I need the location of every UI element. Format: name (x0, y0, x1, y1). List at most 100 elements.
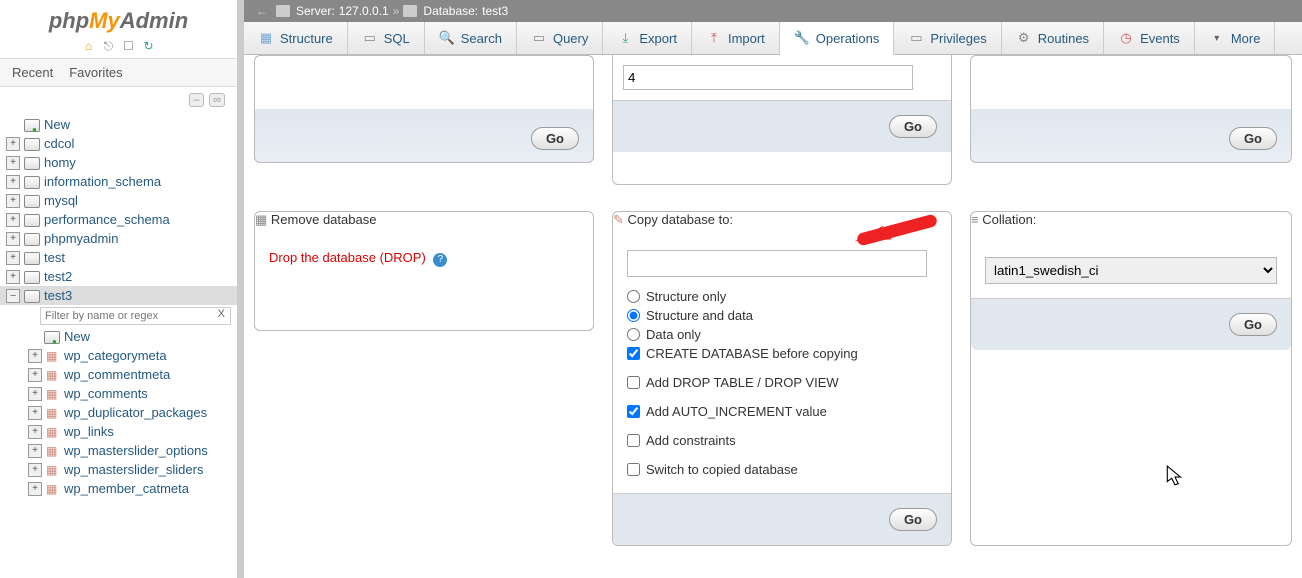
clear-filter-icon[interactable]: X (218, 308, 225, 320)
logo[interactable]: phpMyAdmin ⌂ ⎋ ☐ ↻ (0, 0, 237, 58)
panel-remove-db: ▦ Remove database Drop the database (DRO… (254, 211, 594, 331)
table-icon: ▦ (46, 387, 62, 401)
expand-icon[interactable]: + (6, 270, 20, 284)
go-button[interactable]: Go (889, 508, 937, 531)
operations-icon: 🔧 (794, 30, 810, 46)
expand-icon[interactable]: + (6, 232, 20, 246)
expand-icon[interactable]: + (6, 213, 20, 227)
db-tree: New +cdcol +homy +information_schema +my… (0, 111, 237, 578)
copy-destination-input[interactable] (627, 250, 927, 277)
expand-icon[interactable]: + (6, 175, 20, 189)
link-icon[interactable]: ∞ (209, 93, 225, 107)
collapse-icon[interactable]: – (6, 289, 20, 303)
expand-icon[interactable]: + (28, 482, 42, 496)
radio-structure-data[interactable]: Structure and data (627, 306, 937, 325)
expand-icon[interactable]: + (6, 156, 20, 170)
collapse-icon[interactable]: – (189, 93, 203, 107)
tree-db-mysql[interactable]: +mysql (0, 191, 237, 210)
favorites-tab[interactable]: Favorites (61, 63, 130, 82)
expand-icon[interactable]: + (6, 251, 20, 265)
tab-query[interactable]: ▭Query (517, 22, 603, 54)
breadcrumb-db[interactable]: test3 (482, 4, 508, 18)
remove-icon: ▦ (255, 212, 267, 227)
radio-structure-only[interactable]: Structure only (627, 287, 937, 306)
filter-input[interactable] (40, 307, 231, 325)
tab-structure[interactable]: ▦Structure (244, 22, 348, 54)
expand-icon[interactable]: + (28, 368, 42, 382)
breadcrumb-server[interactable]: 127.0.0.1 (339, 4, 389, 18)
go-button[interactable]: Go (889, 115, 937, 138)
db-icon (24, 175, 40, 189)
columns-input[interactable] (623, 65, 913, 90)
tree-table[interactable]: +▦wp_comments (0, 384, 237, 403)
tree-table[interactable]: +▦wp_masterslider_options (0, 441, 237, 460)
expand-icon[interactable]: + (28, 425, 42, 439)
table-icon: ▦ (46, 349, 62, 363)
tree-table[interactable]: +▦wp_categorymeta (0, 346, 237, 365)
expand-icon[interactable]: + (28, 387, 42, 401)
tree-db-test2[interactable]: +test2 (0, 267, 237, 286)
check-drop-table[interactable]: Add DROP TABLE / DROP VIEW (627, 373, 937, 392)
legend-collation: ≡ Collation: (971, 212, 1291, 227)
dropdown-icon[interactable]: ← (256, 4, 268, 18)
tree-table[interactable]: +▦wp_duplicator_packages (0, 403, 237, 422)
collation-select[interactable]: latin1_swedish_ci (985, 257, 1277, 284)
import-icon: ⤒ (706, 30, 722, 46)
go-button[interactable]: Go (531, 127, 579, 150)
tab-privileges[interactable]: ▭Privileges (894, 22, 1001, 54)
check-switch[interactable]: Switch to copied database (627, 460, 937, 479)
tab-search[interactable]: 🔍Search (425, 22, 517, 54)
tab-more[interactable]: More (1195, 22, 1276, 54)
docs-icon[interactable]: ☐ (121, 38, 137, 54)
tree-db-test[interactable]: +test (0, 248, 237, 267)
panel-copy-db: ✎ Copy database to: Structure only Struc… (612, 211, 952, 546)
tree-table[interactable]: +▦wp_links (0, 422, 237, 441)
help-icon[interactable]: ? (433, 253, 447, 267)
tab-operations[interactable]: 🔧Operations (780, 22, 895, 55)
expand-icon[interactable]: + (28, 444, 42, 458)
check-auto-increment[interactable]: Add AUTO_INCREMENT value (627, 402, 937, 421)
tab-sql[interactable]: ▭SQL (348, 22, 425, 54)
tree-db-homy[interactable]: +homy (0, 153, 237, 172)
recent-tab[interactable]: Recent (4, 63, 61, 82)
sql-icon: ▭ (362, 30, 378, 46)
tab-routines[interactable]: ⚙Routines (1002, 22, 1104, 54)
tree-table[interactable]: +▦wp_member_catmeta (0, 479, 237, 498)
tab-events[interactable]: ◷Events (1104, 22, 1195, 54)
pencil-icon: ✎ (613, 212, 624, 227)
tree-db-information-schema[interactable]: +information_schema (0, 172, 237, 191)
drop-database-link[interactable]: Drop the database (DROP) (269, 250, 426, 265)
go-button[interactable]: Go (1229, 127, 1277, 150)
tree-db-performance-schema[interactable]: +performance_schema (0, 210, 237, 229)
check-create-before[interactable]: CREATE DATABASE before copying (627, 344, 937, 363)
structure-icon: ▦ (258, 30, 274, 46)
tree-new[interactable]: New (0, 115, 237, 134)
expand-icon[interactable]: + (28, 463, 42, 477)
tree-table[interactable]: +▦wp_masterslider_sliders (0, 460, 237, 479)
check-constraints[interactable]: Add constraints (627, 431, 937, 450)
tree-db-test3[interactable]: –test3 (0, 286, 237, 305)
go-button[interactable]: Go (1229, 313, 1277, 336)
tree-db-cdcol[interactable]: +cdcol (0, 134, 237, 153)
db-icon (24, 156, 40, 170)
tree-table[interactable]: +▦wp_commentmeta (0, 365, 237, 384)
breadcrumb-server-label: Server: (296, 4, 335, 18)
expand-icon[interactable]: + (6, 194, 20, 208)
tab-export[interactable]: ⤓Export (603, 22, 692, 54)
expand-icon[interactable]: + (28, 406, 42, 420)
home-icon[interactable]: ⌂ (81, 38, 97, 54)
tree-new-table[interactable]: New (0, 327, 237, 346)
radio-data-only[interactable]: Data only (627, 325, 937, 344)
collation-icon: ≡ (971, 212, 979, 227)
tab-import[interactable]: ⤒Import (692, 22, 780, 54)
logout-icon[interactable]: ⎋ (101, 38, 117, 54)
tree-db-phpmyadmin[interactable]: +phpmyadmin (0, 229, 237, 248)
expand-icon[interactable]: + (6, 137, 20, 151)
panel-create-table: Go (612, 55, 952, 185)
reload-icon[interactable]: ↻ (141, 38, 157, 54)
search-icon: 🔍 (439, 30, 455, 46)
expand-icon[interactable]: + (28, 349, 42, 363)
sidebar: phpMyAdmin ⌂ ⎋ ☐ ↻ Recent Favorites – ∞ … (0, 0, 238, 578)
table-icon: ▦ (46, 444, 62, 458)
legend-remove: ▦ Remove database (255, 212, 593, 228)
